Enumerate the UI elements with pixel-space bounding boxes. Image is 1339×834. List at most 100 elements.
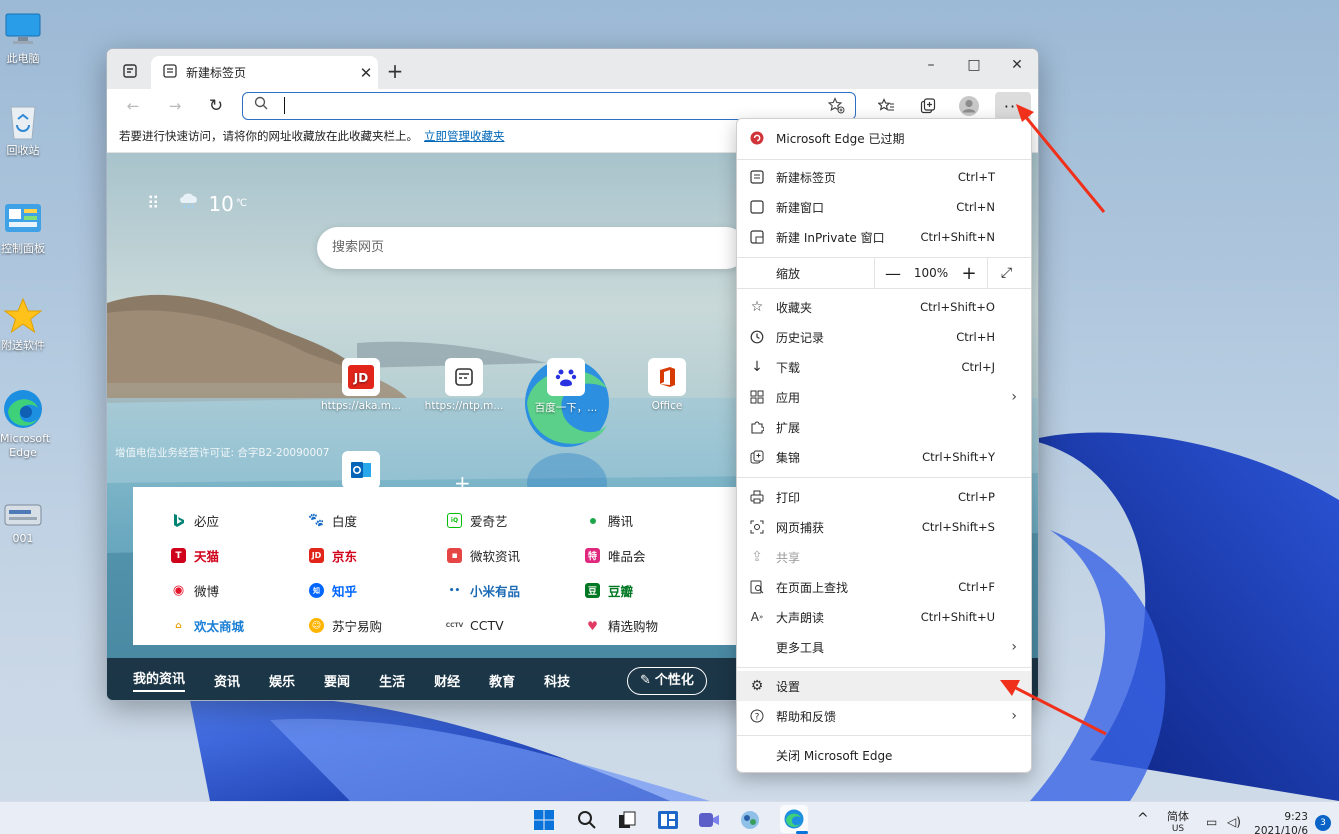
desktop-icon-recycle-bin[interactable]: 回收站 (0, 100, 46, 158)
site-link[interactable]: JD 京东 (271, 546, 409, 565)
news-tab[interactable]: 财经 (434, 671, 460, 690)
site-link[interactable]: ◉ 微博 (133, 581, 271, 600)
address-bar[interactable] (242, 92, 856, 120)
news-tab[interactable]: 教育 (489, 671, 515, 690)
site-link[interactable]: 特唯品会 (547, 546, 685, 565)
menu-item-collections[interactable]: 集锦 Ctrl+Shift+Y (737, 442, 1031, 472)
new-tab-plus-icon[interactable]: + (382, 58, 408, 84)
web-search-box[interactable]: 搜索网页 (317, 227, 747, 269)
news-tab[interactable]: 生活 (379, 671, 405, 690)
menu-item-close-edge[interactable]: 关闭 Microsoft Edge (737, 740, 1031, 770)
menu-item-help[interactable]: ? 帮助和反馈 › (737, 701, 1031, 731)
menu-item-read-aloud[interactable]: A» 大声朗读 Ctrl+Shift+U (737, 602, 1031, 632)
profile-avatar[interactable] (956, 93, 982, 119)
links-row: ⌂ 欢太商城 ☺ 苏宁易购 CCTV CCTV ♥ 精选购物 (133, 608, 753, 643)
site-link[interactable]: ▪ 微软资讯 (409, 546, 547, 565)
forward-icon[interactable]: → (162, 93, 188, 119)
back-icon[interactable]: ← (120, 93, 146, 119)
fullscreen-icon[interactable]: ⤢ (987, 257, 1025, 289)
widgets-icon[interactable] (656, 808, 680, 832)
news-tab[interactable]: 科技 (544, 671, 570, 690)
network-icon[interactable]: ▭ (1206, 815, 1217, 829)
news-tab[interactable]: 要闻 (324, 671, 350, 690)
quick-link[interactable]: 百度一下，... (526, 358, 606, 415)
desktop-icon-control-panel[interactable]: 控制面板 (0, 198, 46, 256)
menu-item-extensions[interactable]: 扩展 (737, 412, 1031, 442)
quick-link-label: 百度一下，... (534, 402, 598, 414)
search-icon[interactable] (575, 808, 599, 832)
site-link[interactable]: ☺ 苏宁易购 (271, 616, 409, 635)
zoom-in-button[interactable]: + (951, 263, 987, 284)
app-launcher-icon[interactable]: ⠿ (147, 194, 160, 214)
desktop-icon-this-pc[interactable]: 此电脑 (0, 8, 46, 66)
collections-icon[interactable] (915, 93, 941, 119)
volume-icon[interactable]: ◁) (1227, 815, 1241, 829)
site-link[interactable]: •• 小米有品 (409, 581, 547, 600)
site-link[interactable]: ♥ 精选购物 (547, 616, 685, 635)
quick-link[interactable]: https://ntp.m... (424, 358, 504, 412)
menu-item-favorites[interactable]: ☆ 收藏夹 Ctrl+Shift+O (737, 292, 1031, 322)
maximize-button[interactable]: □ (953, 53, 995, 77)
site-link[interactable]: 豆豆瓣 (547, 581, 685, 600)
desktop-icon-001[interactable]: 001 (0, 500, 46, 546)
app-icon[interactable] (738, 808, 762, 832)
separator (737, 667, 1031, 668)
site-link[interactable]: 🐾 白度 (271, 511, 409, 530)
quick-link[interactable]: Office (627, 358, 707, 412)
show-hidden-icons[interactable]: ^ (1137, 811, 1149, 827)
menu-shortcut: Ctrl+Shift+O (920, 300, 995, 314)
menu-item-apps[interactable]: 应用 › (737, 382, 1031, 412)
minimize-button[interactable]: – (910, 53, 952, 77)
task-view-icon[interactable] (615, 808, 639, 832)
youpin-icon: •• (447, 583, 462, 598)
heytap-icon: ⌂ (171, 618, 186, 633)
manage-favorites-link[interactable]: 立即管理收藏夹 (424, 129, 505, 143)
menu-item-update[interactable]: Microsoft Edge 已过期 (737, 123, 1031, 153)
menu-item-history[interactable]: 历史记录 Ctrl+H (737, 322, 1031, 352)
site-link[interactable]: CCTV CCTV (409, 618, 547, 633)
menu-item-new-window[interactable]: 新建窗口 Ctrl+N (737, 192, 1031, 222)
clock[interactable]: 9:23 2021/10/6 (1252, 810, 1308, 834)
desktop-icon-edge[interactable]: Microsoft Edge (0, 388, 50, 460)
site-link[interactable]: T 天猫 (133, 546, 271, 565)
desktop-icon-bundled-software[interactable]: 附送软件 (0, 295, 46, 353)
site-link[interactable]: ⌂ 欢太商城 (133, 616, 271, 635)
menu-item-new-tab[interactable]: 新建标签页 Ctrl+T (737, 162, 1031, 192)
news-tab[interactable]: 娱乐 (269, 671, 295, 690)
favorites-icon[interactable] (873, 93, 899, 119)
tab-actions-icon[interactable] (117, 58, 143, 84)
add-favorite-icon[interactable] (827, 97, 845, 117)
personalize-button[interactable]: ✎ 个性化 (627, 667, 707, 695)
site-link[interactable]: 腾讯 (547, 511, 685, 530)
input-indicator[interactable]: 简体 US (1167, 810, 1189, 834)
notification-badge[interactable]: 3 (1315, 815, 1331, 831)
start-icon[interactable] (532, 808, 556, 832)
menu-item-print[interactable]: 打印 Ctrl+P (737, 482, 1031, 512)
zoom-out-button[interactable]: — (874, 257, 911, 289)
edge-taskbar-icon[interactable] (780, 805, 808, 833)
menu-item-share[interactable]: ⇪ 共享 (737, 542, 1031, 572)
more-tools-spacer (749, 639, 765, 655)
menu-item-web-capture[interactable]: 网页捕获 Ctrl+Shift+S (737, 512, 1031, 542)
site-link[interactable]: 知知乎 (271, 581, 409, 600)
menu-item-settings[interactable]: ⚙ 设置 (737, 671, 1031, 701)
quick-link[interactable]: JD https://aka.m... (321, 358, 401, 412)
tab-new-tab[interactable]: 新建标签页 ✕ (151, 56, 378, 89)
site-link[interactable]: 必应 (133, 511, 271, 530)
close-tab-icon[interactable]: ✕ (354, 64, 378, 82)
pencil-icon: ✎ (640, 673, 651, 688)
site-link[interactable]: iQ 爱奇艺 (409, 511, 547, 530)
date: 2021/10/6 (1254, 825, 1308, 834)
settings-and-more-button[interactable]: ··· (995, 92, 1031, 120)
chat-icon[interactable] (697, 808, 721, 832)
menu-item-inprivate[interactable]: 新建 InPrivate 窗口 Ctrl+Shift+N (737, 222, 1031, 252)
menu-item-downloads[interactable]: ↓ 下载 Ctrl+J (737, 352, 1031, 382)
close-window-button[interactable]: ✕ (996, 53, 1038, 77)
refresh-icon[interactable]: ↻ (203, 93, 229, 119)
menu-item-more-tools[interactable]: 更多工具 › (737, 632, 1031, 662)
news-tab[interactable]: 资讯 (214, 671, 240, 690)
menu-shortcut: Ctrl+Shift+U (920, 610, 995, 624)
news-tab-my-feed[interactable]: 我的资讯 (133, 668, 186, 692)
weather-widget[interactable]: ⠿ 10 ℃ (147, 191, 247, 216)
menu-item-find-on-page[interactable]: 在页面上查找 Ctrl+F (737, 572, 1031, 602)
